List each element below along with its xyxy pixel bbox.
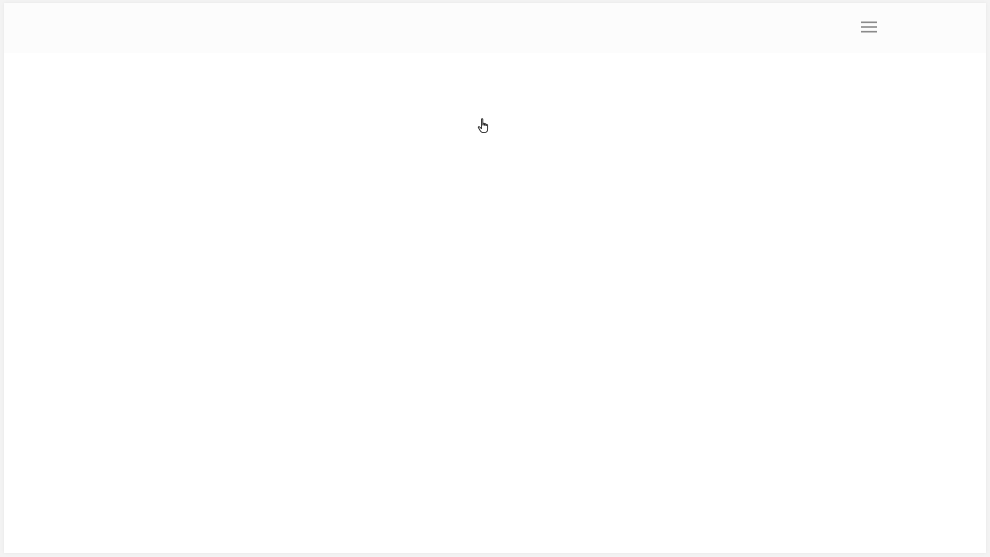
main-content-area	[4, 53, 986, 553]
hand-pointer-cursor-icon	[477, 118, 489, 134]
browser-viewport	[4, 3, 986, 553]
hamburger-menu-button[interactable]	[859, 17, 879, 37]
top-header-bar	[4, 3, 986, 53]
hamburger-menu-icon	[861, 21, 877, 33]
